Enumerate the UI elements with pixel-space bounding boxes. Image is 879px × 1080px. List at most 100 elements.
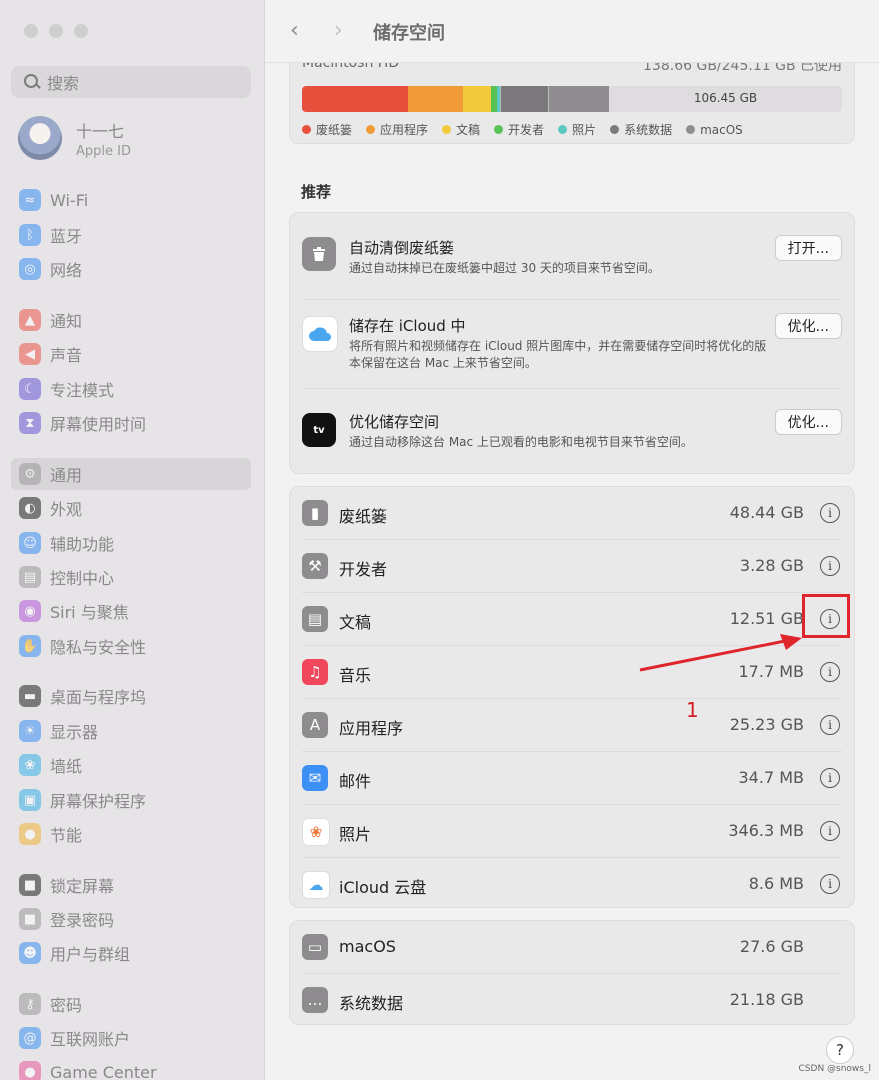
legend-item: 文稿 (442, 121, 480, 138)
sidebar-item[interactable]: ▲ 通知 (11, 304, 251, 336)
recommendation-row: 储存在 iCloud 中 将所有照片和视频储存在 iCloud 照片图库中，并在… (290, 300, 854, 389)
category-row: ☁ iCloud 云盘 8.6 MB i (290, 858, 854, 911)
help-button[interactable]: ? (826, 1036, 854, 1064)
sidebar-item[interactable]: @ 互联网账户 (11, 1022, 251, 1054)
sidebar-item[interactable]: ◐ 外观 (11, 492, 251, 524)
sidebar-item[interactable]: ◎ 网络 (11, 253, 251, 285)
back-button[interactable]: ‹ (290, 18, 299, 43)
page-title: 储存空间 (373, 23, 445, 44)
forward-button[interactable]: › (334, 18, 343, 43)
category-name: 邮件 (339, 772, 372, 791)
sidebar-item[interactable]: ▤ 控制中心 (11, 561, 251, 593)
hourglass-icon: ⧗ (19, 412, 41, 434)
category-row: ❀ 照片 346.3 MB i (290, 805, 854, 858)
sidebar-item[interactable]: ❀ 墙纸 (11, 749, 251, 781)
sidebar-item[interactable]: ▬ 桌面与程序坞 (11, 680, 251, 712)
optimize-storage-button[interactable]: 优化... (774, 409, 842, 435)
recommendation-title: 自动清倒废纸篓 (349, 239, 455, 257)
apple-id-item[interactable]: 十一七 Apple ID (18, 116, 131, 160)
legend-dot (442, 125, 452, 134)
category-size: 25.23 GB (729, 715, 804, 734)
sidebar-item-label: 辅助功能 (50, 535, 115, 554)
bar-segment-free: 106.45 GB (609, 86, 842, 112)
search-field[interactable]: 搜索 (11, 66, 251, 98)
trash-icon (302, 237, 336, 271)
search-placeholder: 搜索 (47, 74, 80, 93)
sidebar-item-label: 通知 (50, 312, 83, 331)
appearance-icon: ◐ (19, 497, 41, 519)
sidebar: 搜索 十一七 Apple ID ≈ Wi-Fi ᛒ 蓝牙 ◎ 网络 ▲ 通知 ◀ 声音 ☾ 专注模式 ⧗… (0, 0, 265, 1080)
sidebar-item[interactable]: ⚷ 密码 (11, 988, 251, 1020)
accessibility-icon: ☺ (19, 532, 41, 554)
photos-icon: ❀ (302, 818, 330, 846)
sidebar-item[interactable]: ■ 锁定屏幕 (11, 869, 251, 901)
info-icon[interactable]: i (820, 821, 840, 841)
recommend-heading: 推荐 (301, 183, 332, 201)
info-icon[interactable]: i (820, 556, 840, 576)
search-icon (21, 72, 41, 92)
category-list-card: ▮ 废纸篓 48.44 GB i ⚒ 开发者 3.28 GB i ▤ 文稿 12.51 GB i ♫ 音乐… (289, 486, 855, 908)
category-size: 346.3 MB (728, 821, 804, 840)
category-name: 废纸篓 (339, 507, 388, 526)
legend-item: 照片 (558, 121, 596, 138)
sidebar-item[interactable]: ● 节能 (11, 818, 251, 850)
sidebar-item-label: 专注模式 (50, 381, 115, 400)
speaker-icon: ◀ (19, 343, 41, 365)
legend-item: 系统数据 (610, 121, 672, 138)
sidebar-item[interactable]: ▣ 屏幕保护程序 (11, 784, 251, 816)
sidebar-item[interactable]: ⧗ 屏幕使用时间 (11, 407, 251, 439)
icloud-icon: ☁ (302, 871, 330, 899)
auto-empty-trash-button[interactable]: 打开... (774, 235, 842, 261)
store-in-icloud-button[interactable]: 优化... (774, 313, 842, 339)
sidebar-item[interactable]: ⚙ 通用 (11, 458, 251, 490)
minimize-window-button[interactable] (49, 24, 63, 38)
info-icon[interactable]: i (820, 715, 840, 735)
sidebar-item[interactable]: ✋ 隐私与安全性 (11, 630, 251, 662)
users-icon: ☻ (19, 942, 41, 964)
lock-icon: ■ (19, 908, 41, 930)
recommendations-card: 自动清倒废纸篓 通过自动抹掉已在废纸篓中超过 30 天的项目来节省空间。 打开.… (289, 212, 855, 474)
close-window-button[interactable] (24, 24, 38, 38)
at-icon: @ (19, 1027, 41, 1049)
annotation-arrow (639, 634, 802, 672)
mail-icon: ✉ (302, 765, 328, 791)
sidebar-item[interactable]: ◉ Siri 与聚焦 (11, 595, 251, 627)
sidebar-item-label: 屏幕使用时间 (50, 415, 147, 434)
category-name: 开发者 (339, 560, 388, 579)
sidebar-item[interactable]: ☀ 显示器 (11, 715, 251, 747)
info-icon[interactable]: i (820, 768, 840, 788)
sidebar-item[interactable]: ☺ 辅助功能 (11, 527, 251, 559)
category-name: iCloud 云盘 (339, 878, 427, 897)
sidebar-item[interactable]: ≈ Wi-Fi (11, 184, 251, 216)
recommendation-title: 优化储存空间 (349, 413, 440, 431)
legend-dot (686, 125, 696, 134)
category-name: macOS (339, 937, 396, 956)
category-size: 3.28 GB (739, 556, 804, 575)
lock-screen-icon: ■ (19, 874, 41, 896)
info-icon[interactable]: i (820, 503, 840, 523)
sidebar-item[interactable]: ◀ 声音 (11, 338, 251, 370)
info-icon[interactable]: i (820, 874, 840, 894)
category-size: 27.6 GB (739, 937, 804, 956)
sidebar-item-label: Siri 与聚焦 (50, 603, 129, 622)
globe-icon: ◎ (19, 258, 41, 280)
zoom-window-button[interactable] (74, 24, 88, 38)
category-name: 文稿 (339, 613, 372, 632)
sidebar-item[interactable]: ● Game Center (11, 1056, 251, 1080)
sidebar-item[interactable]: ☾ 专注模式 (11, 373, 251, 405)
legend-dot (610, 125, 620, 134)
sidebar-item[interactable]: ■ 登录密码 (11, 903, 251, 935)
sidebar-item-label: 锁定屏幕 (50, 877, 115, 896)
bar-segment-macos (548, 86, 609, 112)
legend-item: 应用程序 (366, 121, 428, 138)
info-icon[interactable]: i (820, 662, 840, 682)
recommendation-row: tv 优化储存空间 通过自动移除这台 Mac 上已观看的电影和电视节目来节省空间… (290, 389, 854, 473)
sidebar-item[interactable]: ᛒ 蓝牙 (11, 219, 251, 251)
sidebar-item-label: 声音 (50, 346, 83, 365)
sidebar-item-label: 节能 (50, 826, 83, 845)
sidebar-item-label: 通用 (50, 466, 83, 485)
storage-legend: 废纸篓 应用程序 文稿 开发者 照片 系统数据 macOS (302, 121, 743, 138)
sidebar-item[interactable]: ☻ 用户与群组 (11, 937, 251, 969)
category-row: ▭ macOS 27.6 GB (290, 921, 854, 974)
toggles-icon: ▤ (19, 566, 41, 588)
